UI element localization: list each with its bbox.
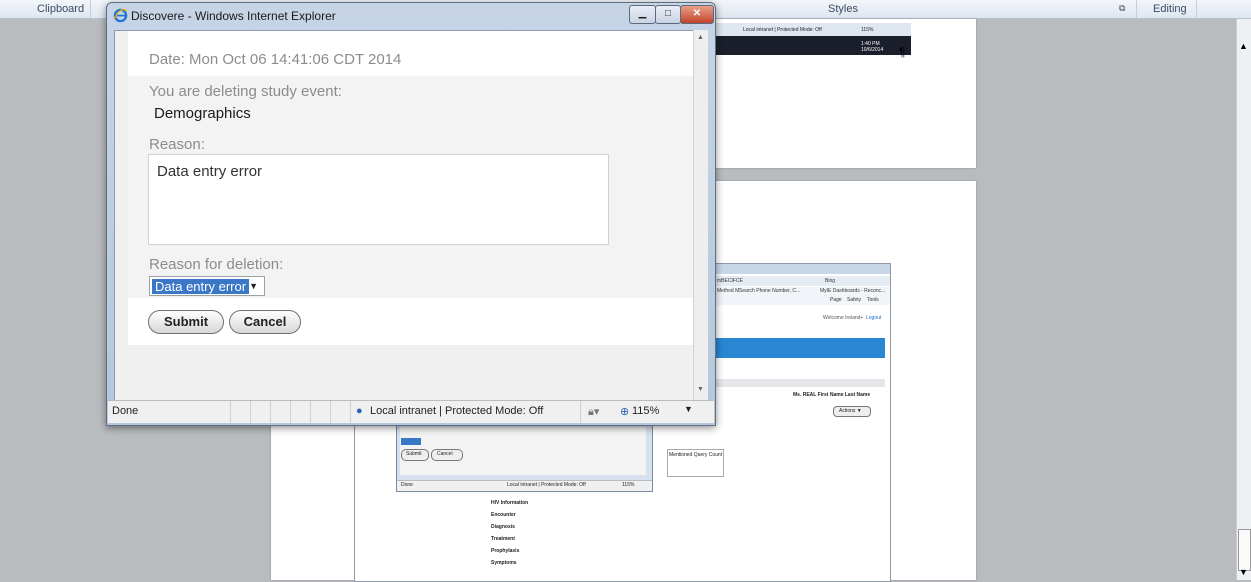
scroll-thumb[interactable] (1238, 529, 1251, 571)
cancel-button[interactable]: Cancel (229, 310, 301, 334)
embedded-menu-item: Encounter (491, 512, 516, 518)
ie-status-bar: Done ● Local intranet | Protected Mode: … (108, 400, 714, 423)
maximize-button[interactable]: □ (655, 5, 681, 24)
embedded-mini-dialog: Submit Cancel Done Local intranet | Prot… (396, 424, 653, 492)
zoom-dropdown-icon[interactable]: ▼ (684, 404, 693, 414)
protected-mode-lock-icon[interactable]: 🔒︎▾ (588, 405, 599, 419)
embedded-menu-item: HIV Information (491, 500, 529, 506)
deleting-label: You are deleting study event: (149, 83, 342, 100)
styles-group-label[interactable]: Styles (828, 3, 858, 15)
reason-textarea[interactable]: Data entry error (148, 154, 609, 245)
embedded-screenshot-taskbar: Local intranet | Protected Mode: Off 115… (711, 23, 911, 55)
status-done: Done (112, 405, 139, 417)
embedded-menu-item: Diagnosis (491, 524, 515, 530)
styles-dialog-launcher-icon[interactable]: ⧉ (1119, 3, 1125, 14)
reason-for-deletion-select[interactable]: Data entry error ▼ (149, 276, 265, 296)
reason-label: Reason: (149, 136, 205, 153)
submit-button[interactable]: Submit (148, 310, 224, 334)
clipboard-group-label[interactable]: Clipboard (37, 3, 84, 15)
ie-window-title: Discovere - Windows Internet Explorer (131, 9, 336, 23)
ie-content-area: Date: Mon Oct 06 14:41:06 CDT 2014 You a… (114, 30, 708, 402)
zoom-magnifier-icon: ⊕ (620, 406, 630, 418)
close-button[interactable]: ✕ (680, 5, 714, 24)
minimize-button[interactable]: ▁ (629, 5, 656, 24)
security-zone-status[interactable]: Local intranet | Protected Mode: Off (370, 405, 543, 417)
chevron-down-icon: ▼ (249, 281, 258, 291)
ie-vertical-scrollbar[interactable]: ▲ ▼ (693, 30, 708, 400)
internet-explorer-icon (113, 8, 128, 23)
scroll-up-icon[interactable]: ▲ (1239, 41, 1248, 51)
date-label: Date: Mon Oct 06 14:41:06 CDT 2014 (149, 51, 402, 68)
ie-window: Discovere - Windows Internet Explorer ▁ … (106, 2, 716, 426)
reason-for-deletion-label: Reason for deletion: (149, 256, 284, 273)
zoom-level[interactable]: 115% (632, 405, 659, 417)
embedded-menu-item: Prophylaxis (491, 548, 520, 554)
editing-group-label[interactable]: Editing (1153, 3, 1187, 15)
scroll-up-icon[interactable]: ▲ (697, 34, 704, 41)
scroll-down-icon[interactable]: ▼ (697, 386, 704, 393)
document-vertical-scrollbar[interactable]: ▲ ▼ (1236, 19, 1251, 580)
embedded-menu-item: Symptoms (491, 560, 517, 566)
delete-event-form: Date: Mon Oct 06 14:41:06 CDT 2014 You a… (128, 31, 694, 345)
intranet-globe-icon: ● (356, 405, 363, 417)
scroll-down-icon[interactable]: ▼ (1239, 567, 1248, 577)
pilcrow-mark: ¶ (899, 45, 906, 59)
ie-title-bar[interactable]: Discovere - Windows Internet Explorer ▁ … (107, 3, 715, 29)
embedded-menu-item: Treatment (491, 536, 515, 542)
study-event-name: Demographics (154, 105, 251, 122)
